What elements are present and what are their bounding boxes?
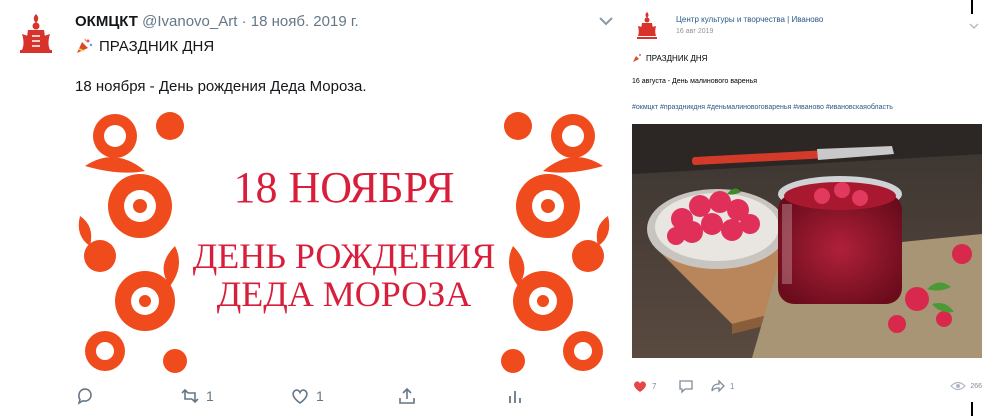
tweet-date[interactable]: 18 нояб. 2019 г. xyxy=(251,13,359,30)
image-subline-2: ДЕДА МОРОЗА xyxy=(217,274,472,314)
group-avatar[interactable] xyxy=(632,10,662,44)
retweet-icon xyxy=(181,388,199,404)
more-options-chevron-icon[interactable] xyxy=(598,14,614,26)
raspberry-jam-photo xyxy=(632,124,982,358)
analytics-icon xyxy=(509,391,521,403)
share-button[interactable] xyxy=(397,386,417,406)
tweet-actions: 1 1 xyxy=(75,386,545,412)
post-actions: 7 1 266 xyxy=(632,378,982,398)
views-count: 266 xyxy=(970,382,982,390)
tweet-text: 18 ноября - День рождения Деда Мороза. xyxy=(75,78,367,95)
party-popper-icon xyxy=(633,54,641,62)
image-headline: 18 НОЯБРЯ xyxy=(233,163,454,212)
image-subline-1: ДЕНЬ РОЖДЕНИЯ xyxy=(193,236,496,276)
crop-mark-bottom xyxy=(971,402,973,416)
post-menu-chevron-icon[interactable] xyxy=(969,17,979,29)
like-button[interactable]: 7 xyxy=(632,378,656,394)
author-name[interactable]: ОКМЦКТ xyxy=(75,13,138,30)
share-icon xyxy=(399,387,415,404)
heart-filled-icon xyxy=(634,381,646,392)
party-popper-icon xyxy=(77,38,93,53)
post-hashtags[interactable]: #окмцкт #праздникдня #деньмалиновоговаре… xyxy=(632,104,893,111)
holiday-card-image: 18 НОЯБРЯ ДЕНЬ РОЖДЕНИЯ ДЕДА МОРОЗА xyxy=(75,106,613,378)
analytics-button[interactable] xyxy=(505,386,525,406)
account-avatar[interactable] xyxy=(10,8,62,60)
reply-button[interactable] xyxy=(75,386,95,406)
separator-dot: · xyxy=(241,13,247,30)
crop-mark-top xyxy=(971,0,973,14)
tweet-tagline: ПРАЗДНИК ДНЯ xyxy=(75,37,214,55)
vk-post: Центр культуры и творчества | Иваново 16… xyxy=(622,0,986,416)
views-counter: 266 xyxy=(950,378,982,394)
eye-icon xyxy=(950,381,967,391)
share-button[interactable]: 1 xyxy=(710,378,734,394)
twitter-post: ОКМЦКТ @Ivanovo_Art · 18 нояб. 2019 г. П… xyxy=(0,0,622,416)
group-logo-icon xyxy=(637,12,657,39)
author-handle[interactable]: @Ivanovo_Art xyxy=(142,13,237,30)
retweet-button[interactable]: 1 xyxy=(180,386,214,406)
tweet-header: ОКМЦКТ @Ivanovo_Art · 18 нояб. 2019 г. xyxy=(75,13,359,30)
post-tagline: ПРАЗДНИК ДНЯ xyxy=(632,53,707,63)
reply-icon xyxy=(77,388,92,405)
share-count: 1 xyxy=(730,381,735,391)
ornament-left xyxy=(75,106,193,378)
like-count: 1 xyxy=(316,388,324,404)
comment-icon xyxy=(679,380,693,394)
avatar-logo-icon xyxy=(11,9,61,59)
post-date[interactable]: 16 авг 2019 xyxy=(676,28,713,35)
tagline-text: ПРАЗДНИК ДНЯ xyxy=(99,37,215,55)
share-arrow-icon xyxy=(711,379,725,393)
post-text: 16 августа - День малинового варенья xyxy=(632,78,758,85)
group-name[interactable]: Центр культуры и творчества | Иваново xyxy=(676,15,823,24)
tagline-text: ПРАЗДНИК ДНЯ xyxy=(646,53,708,63)
post-photo[interactable] xyxy=(632,124,982,358)
tweet-media-image[interactable]: 18 НОЯБРЯ ДЕНЬ РОЖДЕНИЯ ДЕДА МОРОЗА xyxy=(75,106,613,378)
comment-button[interactable] xyxy=(678,378,694,394)
retweet-count: 1 xyxy=(206,388,214,404)
heart-icon xyxy=(292,389,308,404)
like-button[interactable]: 1 xyxy=(290,386,324,406)
like-count: 7 xyxy=(652,381,657,391)
